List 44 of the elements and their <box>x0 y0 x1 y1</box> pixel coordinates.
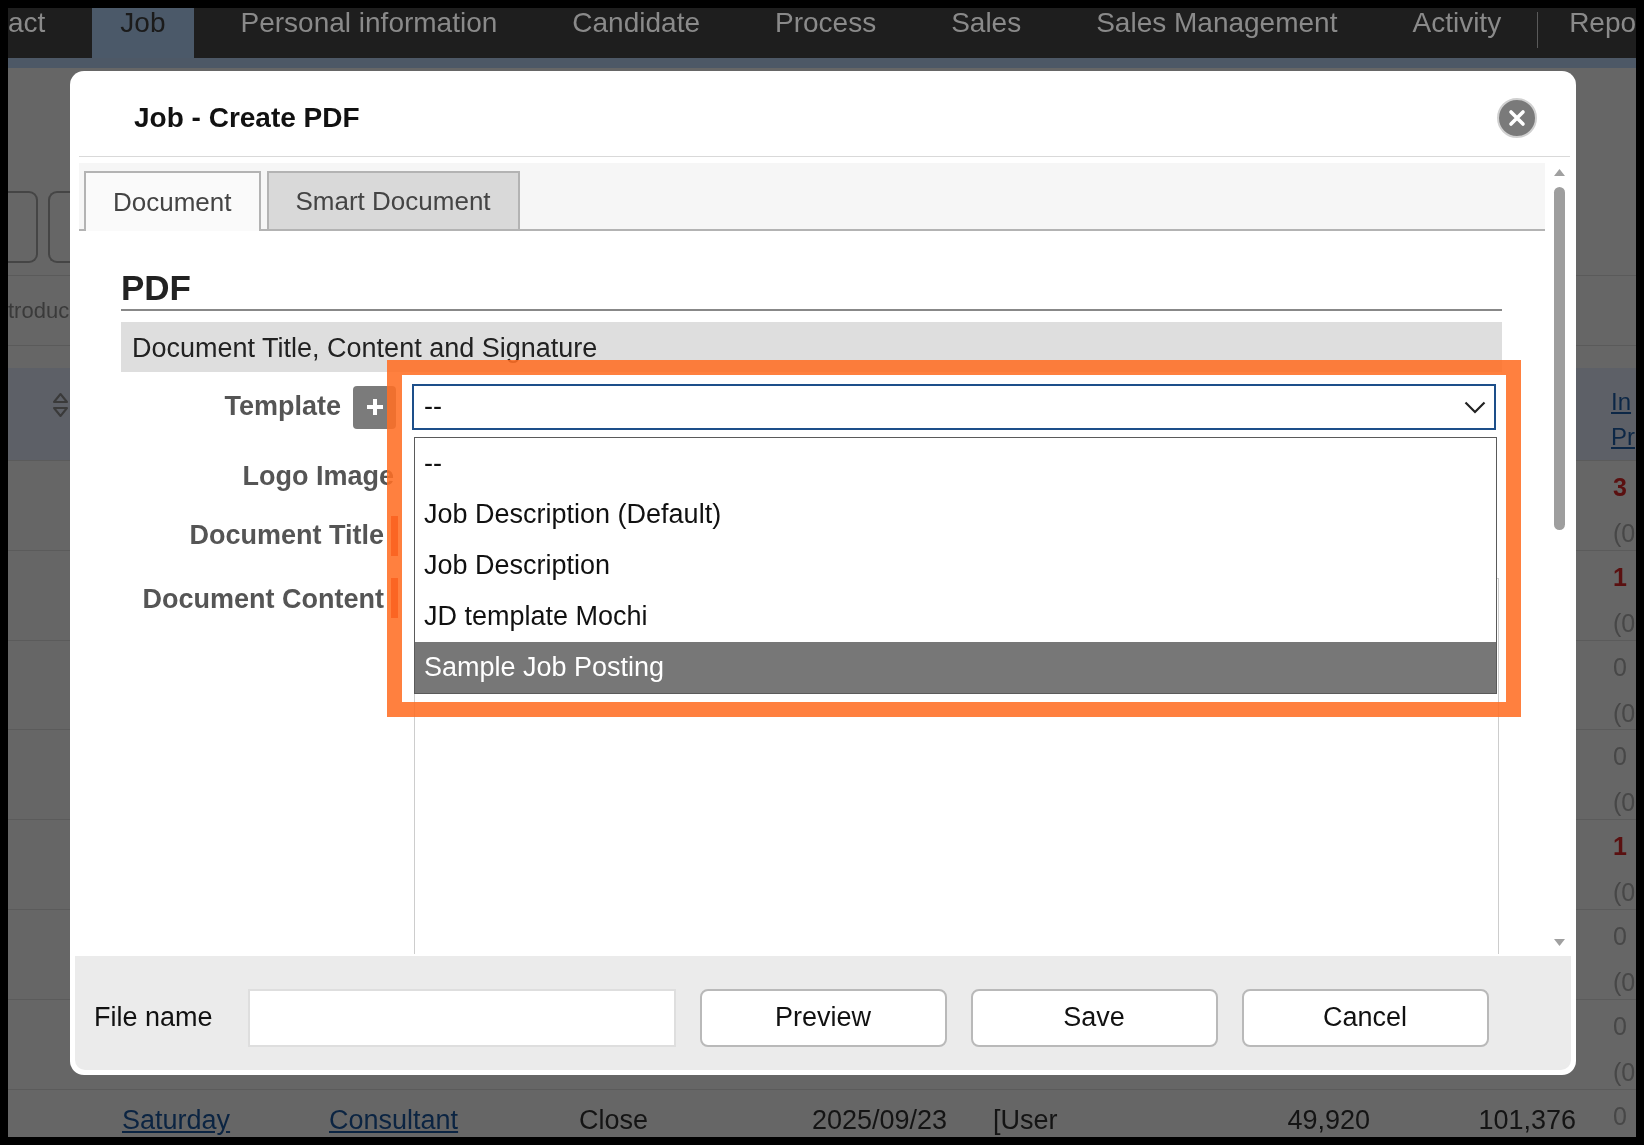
table-cell-text: 1 <box>1613 831 1627 863</box>
nav-tab[interactable]: Process <box>747 8 905 58</box>
section-heading: PDF <box>121 267 1502 311</box>
dialog-title: Job - Create PDF <box>134 101 360 135</box>
sort-icon <box>52 391 69 419</box>
dropdown-option[interactable]: Sample Job Posting <box>415 642 1496 693</box>
nav-tab[interactable]: act <box>8 8 74 58</box>
nav-tab[interactable]: Sales Management <box>1068 8 1366 58</box>
row-link[interactable]: Consultant <box>329 1102 459 1137</box>
scrollbar-thumb[interactable] <box>1554 187 1565 530</box>
close-button[interactable] <box>1497 97 1537 138</box>
dropdown-option[interactable]: JD template Mochi <box>415 591 1496 642</box>
scroll-down-icon <box>1554 939 1565 946</box>
row-link[interactable]: Saturday <box>122 1102 231 1137</box>
chevron-down-icon <box>1464 400 1486 414</box>
select-field[interactable]: -- <box>412 384 1496 430</box>
nav-tab[interactable]: Candidate <box>544 8 728 58</box>
dropdown-option[interactable]: -- <box>415 438 1496 489</box>
nav-tab[interactable]: Activity <box>1384 8 1530 58</box>
scroll-up-icon <box>1554 169 1565 176</box>
field-label: Document Title <box>189 519 384 553</box>
field-label: Template <box>224 390 341 424</box>
table-cell-text: 2025/09/23 <box>812 1103 948 1137</box>
table-cell-text: 101,376 <box>1478 1103 1576 1137</box>
plus-icon <box>364 397 385 417</box>
dialog-tab[interactable]: Document <box>84 171 261 231</box>
nav-tab[interactable]: Sales <box>923 8 1050 58</box>
table-cell-text: 3 <box>1613 472 1627 503</box>
table-cell-text: 49,920 <box>1287 1103 1370 1137</box>
table-cell-text: [User <box>993 1103 1058 1137</box>
field-label: Document Content <box>142 583 384 616</box>
dropdown-option[interactable]: Job Description (Default) <box>415 489 1496 540</box>
table-cell-text: Close <box>579 1103 649 1137</box>
nav-tab[interactable]: Personal information <box>212 8 526 58</box>
dropdown-option[interactable]: Job Description <box>415 540 1496 591</box>
close-icon <box>1507 107 1527 128</box>
file-name-label: File name <box>94 1001 213 1035</box>
table-cell-text: 1 <box>1613 561 1627 593</box>
nav-tab[interactable]: Repo <box>1541 8 1636 58</box>
action-button[interactable]: Cancel <box>1241 989 1489 1047</box>
action-button[interactable]: Save <box>970 989 1218 1047</box>
dialog-tab[interactable]: Smart Document <box>266 171 520 229</box>
action-button[interactable]: Preview <box>699 989 947 1047</box>
file-name-input[interactable] <box>247 989 676 1047</box>
